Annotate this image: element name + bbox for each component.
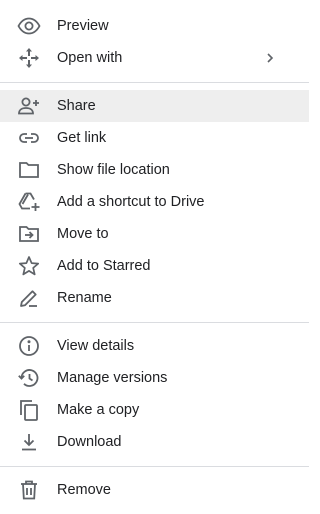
menu-item-view-details[interactable]: View details [0, 330, 309, 362]
download-icon [17, 430, 41, 454]
pencil-icon [17, 286, 41, 310]
menu-item-label: Manage versions [57, 370, 168, 386]
context-menu: Preview Open with Share Get link Show fi… [0, 0, 309, 514]
menu-divider [0, 82, 309, 83]
menu-item-label: Share [57, 98, 96, 114]
menu-item-add-to-starred[interactable]: Add to Starred [0, 250, 309, 282]
menu-item-add-shortcut[interactable]: Add a shortcut to Drive [0, 186, 309, 218]
menu-item-label: Open with [57, 50, 123, 66]
menu-divider [0, 466, 309, 467]
menu-item-share[interactable]: Share [0, 90, 309, 122]
menu-item-remove[interactable]: Remove [0, 474, 309, 506]
eye-icon [17, 14, 41, 38]
menu-item-label: Show file location [57, 162, 170, 178]
menu-item-show-file-location[interactable]: Show file location [0, 154, 309, 186]
drive-add-shortcut-icon [17, 190, 41, 214]
info-icon [17, 334, 41, 358]
menu-item-manage-versions[interactable]: Manage versions [0, 362, 309, 394]
menu-item-label: Preview [57, 18, 109, 34]
menu-item-open-with[interactable]: Open with [0, 42, 309, 74]
menu-item-move-to[interactable]: Move to [0, 218, 309, 250]
menu-divider [0, 322, 309, 323]
move-to-folder-icon [17, 222, 41, 246]
menu-item-make-a-copy[interactable]: Make a copy [0, 394, 309, 426]
menu-item-label: Get link [57, 130, 107, 146]
copy-icon [17, 398, 41, 422]
star-icon [17, 254, 41, 278]
menu-item-label: Move to [57, 226, 109, 242]
trash-icon [17, 478, 41, 502]
add-person-icon [17, 94, 41, 118]
menu-item-label: Remove [57, 482, 111, 498]
history-icon [17, 366, 41, 390]
menu-item-label: Rename [57, 290, 112, 306]
menu-item-rename[interactable]: Rename [0, 282, 309, 314]
menu-item-label: Make a copy [57, 402, 140, 418]
menu-item-label: Download [57, 434, 122, 450]
menu-item-label: Add a shortcut to Drive [57, 194, 205, 210]
menu-item-download[interactable]: Download [0, 426, 309, 458]
move-arrows-icon [17, 46, 41, 70]
link-icon [17, 126, 41, 150]
chevron-right-icon [264, 52, 276, 64]
menu-item-get-link[interactable]: Get link [0, 122, 309, 154]
menu-item-preview[interactable]: Preview [0, 10, 309, 42]
menu-item-label: Add to Starred [57, 258, 151, 274]
menu-item-label: View details [57, 338, 135, 354]
folder-icon [17, 158, 41, 182]
